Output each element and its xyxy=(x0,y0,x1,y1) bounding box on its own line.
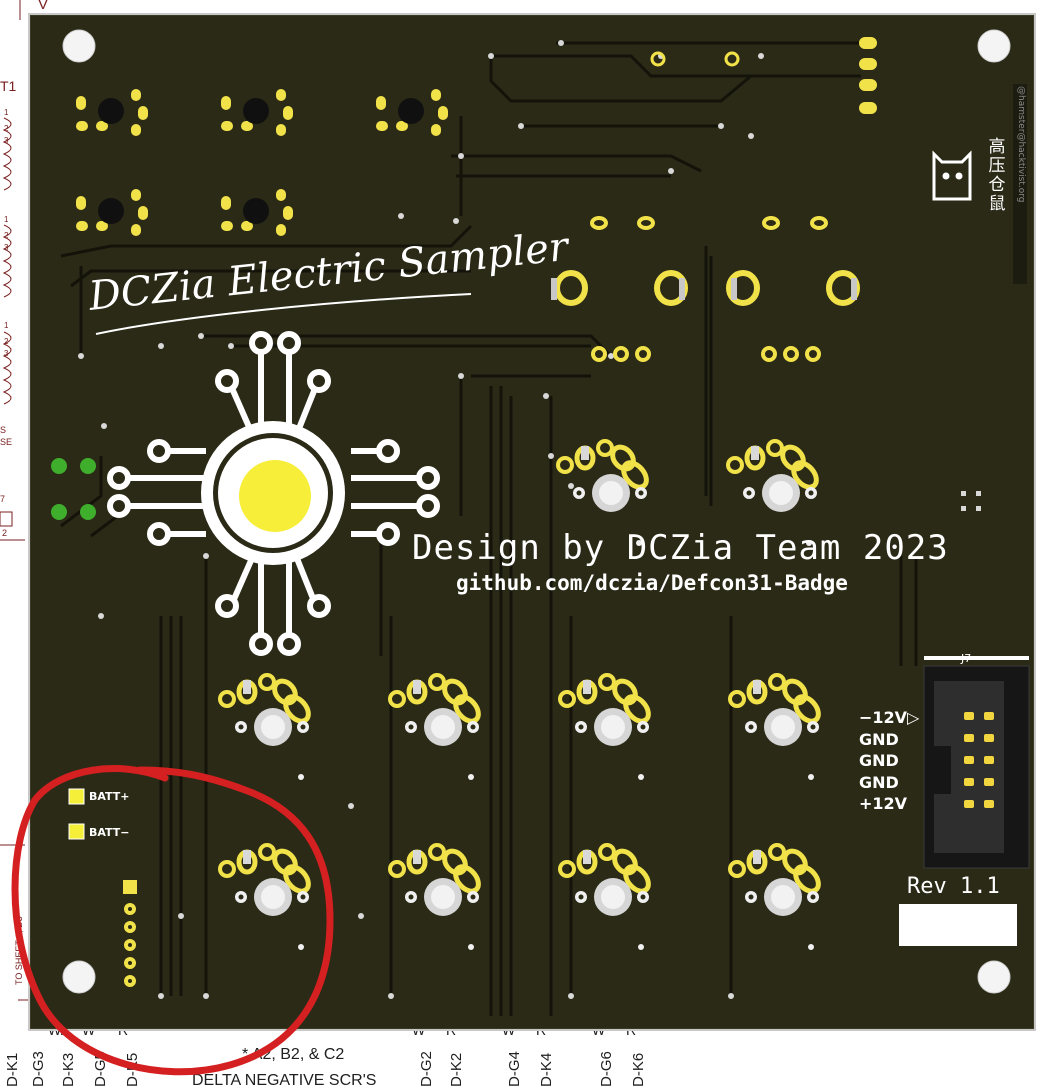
schematic-fragment: SE xyxy=(0,437,13,447)
battery-pads xyxy=(68,788,85,840)
battery-negative-label: BATT− xyxy=(89,826,130,839)
revision-label: Rev 1.1 xyxy=(907,874,1000,899)
pin-number: 2 xyxy=(4,337,9,346)
pin-number: 3 xyxy=(4,136,9,145)
transistor-footprints xyxy=(76,89,448,236)
pin-number: 2 xyxy=(4,124,9,133)
connector-ref: J7 xyxy=(961,652,972,665)
pin-number: 2 xyxy=(4,231,9,240)
box-header-j7 xyxy=(923,656,1030,869)
header-pins-left xyxy=(123,880,137,987)
side-email: @hamster@hacktivist.org xyxy=(1016,86,1026,203)
schematic-fragment: S xyxy=(0,425,7,435)
connector-pin-label: +12V xyxy=(859,794,908,813)
schematic-fragment: 2 xyxy=(2,528,8,538)
schematic-fragment: 7 xyxy=(0,494,6,504)
net-label: D-K2 xyxy=(448,1052,465,1087)
net-label: D-G2 xyxy=(418,1051,435,1087)
pin-number: 1 xyxy=(4,215,9,224)
battery-positive-label: BATT+ xyxy=(89,790,130,803)
connector-pin-label: GND xyxy=(859,773,899,792)
connector-pin-label: GND xyxy=(859,730,899,749)
potentiometer-footprint xyxy=(388,843,481,950)
logo-char: 鼠 xyxy=(988,194,1006,214)
net-label: D-K5 xyxy=(124,1052,141,1087)
pin-number: 3 xyxy=(4,349,9,358)
repo-url: github.com/dczia/Defcon31-Badge xyxy=(456,571,848,595)
potentiometer-footprint xyxy=(728,673,821,780)
potentiometer-footprint xyxy=(218,843,311,950)
pcb-board[interactable]: DCZia Electric Sampler Design by DCZia T… xyxy=(30,15,1034,1029)
pin-number: 1 xyxy=(4,321,9,330)
potentiometer-footprint xyxy=(558,843,651,950)
potentiometer-footprint xyxy=(728,843,821,950)
logo-char: 仓 xyxy=(988,175,1006,195)
net-label: D-G4 xyxy=(506,1051,523,1087)
potentiometer-footprint xyxy=(218,673,311,780)
logo-text: 高 压 仓 鼠 xyxy=(986,138,1008,214)
design-credit: Design by DCZia Team 2023 xyxy=(412,528,949,568)
hamster-logo xyxy=(932,150,972,201)
potentiometer-footprint xyxy=(388,673,481,780)
net-label: D-K4 xyxy=(538,1052,555,1087)
sun-graphic xyxy=(107,331,440,656)
schematic-header-fragment: V xyxy=(38,0,49,13)
connector-pin-label: −12V▷ xyxy=(859,708,920,727)
smd-pads-right xyxy=(961,491,981,511)
net-label: D-G6 xyxy=(598,1051,615,1087)
sheet-reference: TO SHEET 2, D3 xyxy=(14,916,24,985)
schematic-note: DELTA NEGATIVE SCR'S xyxy=(192,1072,377,1089)
connector-pin-label: GND xyxy=(859,751,899,770)
net-label: D-K1 xyxy=(4,1052,21,1087)
net-label: D-G5 xyxy=(92,1051,109,1087)
pin-number: 1 xyxy=(4,108,9,117)
green-led-pads xyxy=(51,458,96,520)
logo-char: 压 xyxy=(988,156,1006,176)
pcb-artwork xyxy=(51,29,1030,1016)
potentiometer-footprint xyxy=(558,673,651,780)
pin-number: 3 xyxy=(4,243,9,252)
net-label: D-K6 xyxy=(630,1052,647,1087)
schematic-note: * A2, B2, & C2 xyxy=(242,1046,345,1063)
net-label: D-G3 xyxy=(30,1051,47,1087)
logo-char: 高 xyxy=(988,137,1006,157)
large-capacitor-pads xyxy=(551,270,860,306)
net-label: D-K3 xyxy=(60,1052,77,1087)
small-pads xyxy=(590,216,828,362)
revision-blank-box xyxy=(899,904,1017,946)
